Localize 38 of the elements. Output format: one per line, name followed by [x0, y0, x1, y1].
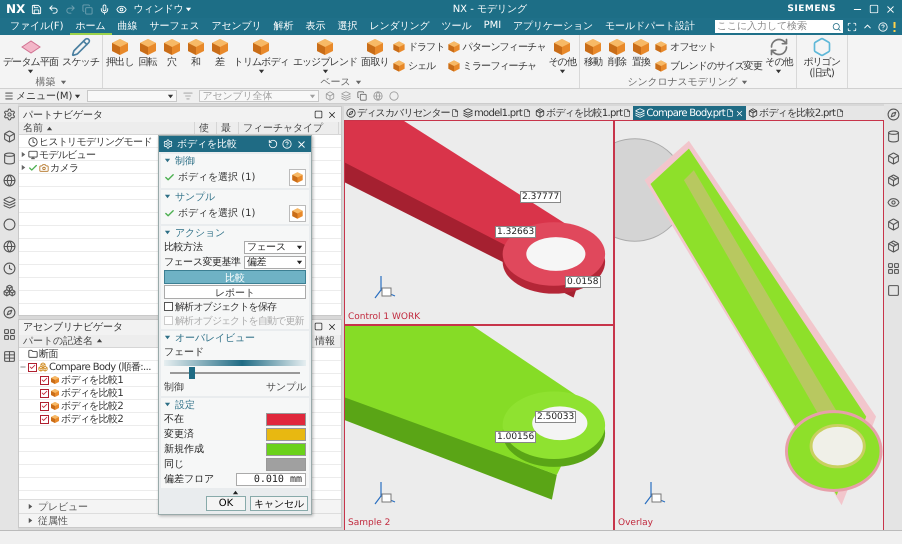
brand-name: SIEMENS [787, 4, 836, 14]
dialog-title: ボディを比較 [177, 138, 238, 151]
slider-max-label: サンプル [266, 380, 306, 394]
viewport-label: Control 1 WORK [348, 312, 420, 322]
tree-label: ボディを比較2 [61, 400, 124, 413]
slider-min-label: 制御 [164, 380, 184, 394]
tree-label: ボディを比較1 [61, 386, 124, 400]
group-label: 構築 [36, 77, 56, 88]
tree-label: 断面 [39, 348, 58, 361]
group-label: シンクロナスモデリング [627, 77, 738, 88]
panel-title: アセンブリナビゲータ [23, 320, 123, 334]
dimension-label: 2.50033 [535, 411, 576, 424]
field-label: フェード [164, 346, 205, 359]
viewport-label: Sample 2 [348, 518, 390, 528]
field-label: フェース変更基準 [164, 256, 241, 269]
dimension-label: 1.00156 [495, 431, 536, 444]
tree-label: ボディを比較2 [61, 412, 124, 426]
color-label: 新規作成 [164, 442, 204, 456]
field-label: 比較方法 [164, 240, 202, 254]
color-label: 変更済 [164, 428, 194, 441]
panel-title: パートナビゲータ [23, 108, 103, 122]
viewport-label: Overlay [618, 518, 653, 528]
color-label: 不在 [164, 413, 184, 426]
window-title: NX - モデリング [452, 3, 528, 16]
group-label: ベース [320, 77, 351, 88]
dimension-label: 0.0158 [565, 276, 600, 288]
tree-label: ヒストリモデリングモード [39, 136, 152, 148]
tree-label: モデルビュー [39, 148, 96, 162]
color-label: 同じ [164, 458, 184, 471]
selection-label: ボディを選択 (1) [178, 171, 256, 184]
selection-label: ボディを選択 (1) [178, 207, 256, 220]
app-logo: NX [6, 2, 26, 16]
dimension-label: 1.32663 [495, 226, 536, 238]
field-label: 偏差フロア [164, 473, 214, 486]
dimension-label: 2.37777 [520, 191, 562, 203]
tree-label: ボディを比較1 [61, 374, 124, 387]
tree-label: Compare Body (順番:... [49, 360, 151, 374]
tree-label: カメラ [50, 162, 78, 174]
